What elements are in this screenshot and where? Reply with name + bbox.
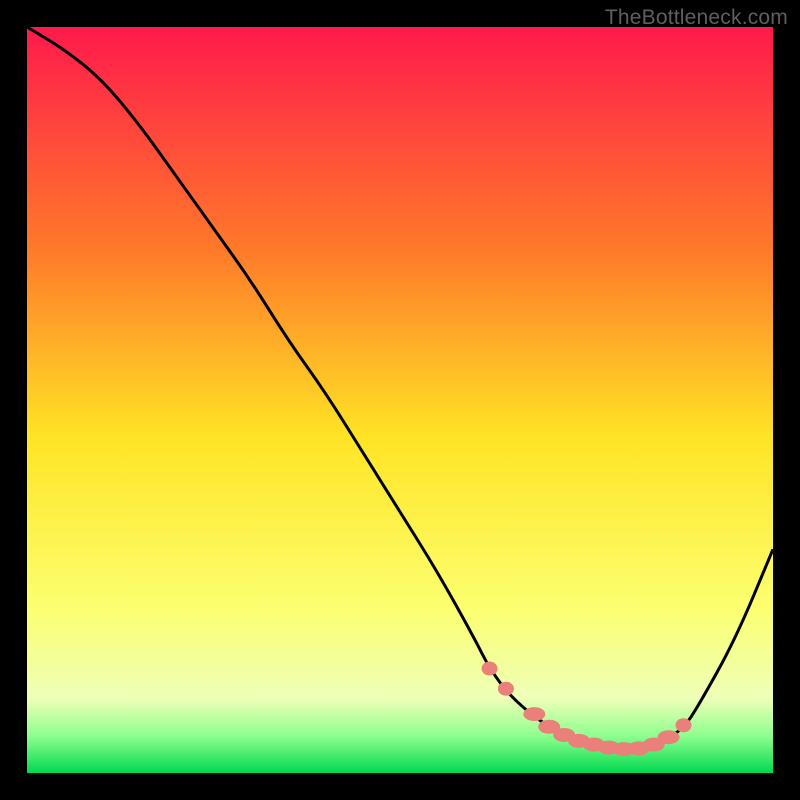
plot-area <box>27 27 773 773</box>
marker-dot <box>482 662 498 676</box>
watermark-text: TheBottleneck.com <box>605 6 788 30</box>
marker-dot <box>658 730 680 744</box>
gradient-background <box>27 27 773 773</box>
chart-frame: TheBottleneck.com <box>0 0 800 800</box>
marker-dot <box>523 707 545 721</box>
marker-dot <box>498 682 514 696</box>
marker-dot <box>675 718 691 732</box>
chart-svg <box>27 27 773 773</box>
